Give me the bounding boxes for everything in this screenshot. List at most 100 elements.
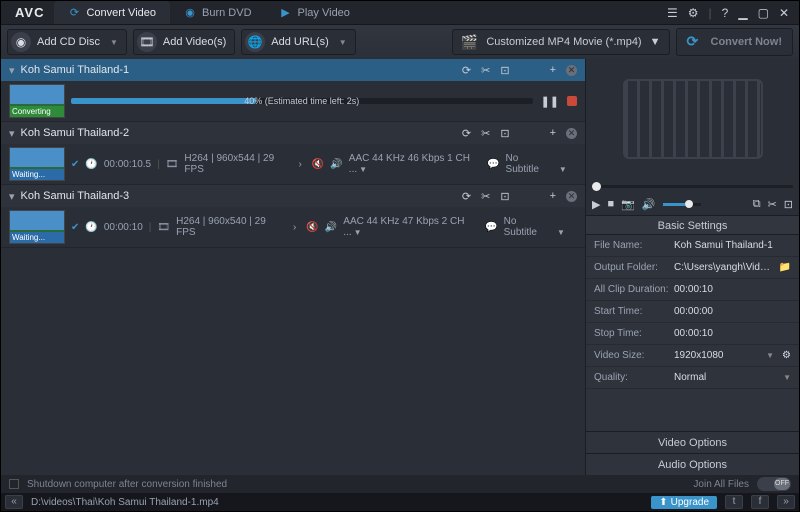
subtitle-select[interactable]: No Subtitle▼ — [504, 216, 577, 238]
gear-icon[interactable]: ⚙ — [688, 6, 699, 20]
stop-icon[interactable] — [567, 96, 577, 106]
chevron-down-icon: ▼ — [339, 38, 347, 47]
speaker-icon[interactable]: 🔊 — [330, 159, 342, 170]
volume-slider[interactable] — [663, 203, 701, 206]
file-path: D:\videos\Thai\Koh Samui Thailand-1.mp4 — [31, 497, 643, 508]
expand-icon[interactable]: › — [293, 222, 296, 233]
join-files-toggle[interactable]: OFF — [757, 477, 791, 491]
upgrade-button[interactable]: ⬆Upgrade — [651, 496, 717, 509]
tab-convert-video[interactable]: ⟳Convert Video — [54, 1, 170, 24]
setting-row: Video Size:1920x1080▼⚙ — [586, 345, 799, 367]
speaker-icon[interactable]: 🔊 — [325, 222, 337, 233]
cut-icon[interactable]: ✂ — [481, 127, 490, 140]
crop-icon[interactable]: ⊡ — [500, 190, 509, 203]
collapse-icon[interactable]: ▾ — [9, 190, 15, 203]
setting-label: All Clip Duration: — [594, 284, 674, 295]
setting-value[interactable]: Normal▼ — [674, 372, 791, 383]
audio-options-button[interactable]: Audio Options — [586, 453, 799, 475]
pause-icon[interactable]: ❚❚ — [541, 95, 559, 108]
add-cd-button[interactable]: ◉ Add CD Disc ▼ — [7, 29, 127, 55]
footer-options: Shutdown computer after conversion finis… — [1, 475, 799, 493]
video-options-button[interactable]: Video Options — [586, 431, 799, 453]
tab-burn-dvd[interactable]: ◉Burn DVD — [170, 1, 266, 24]
refresh-icon[interactable]: ⟳ — [462, 64, 471, 77]
up-arrow-icon: ⬆ — [659, 497, 667, 508]
facebook-icon[interactable]: f — [751, 495, 769, 509]
expand-icon[interactable]: › — [299, 159, 302, 170]
film-icon: 🎞 — [166, 159, 179, 170]
codec-info: H264 | 960x540 | 29 FPS — [176, 216, 283, 238]
add-icon[interactable]: + — [550, 190, 556, 202]
maximize-icon[interactable]: ▢ — [758, 6, 769, 20]
audio-select[interactable]: AAC 44 KHz 47 Kbps 2 CH ...▼ — [343, 216, 479, 238]
cut-icon[interactable]: ✂ — [481, 64, 490, 77]
file-item-header[interactable]: ▾Koh Samui Thailand-2⟳✂⊡+✕ — [1, 122, 585, 144]
collapse-icon[interactable]: ▾ — [9, 64, 15, 77]
folder-icon[interactable]: 📁 — [779, 262, 791, 273]
setting-label: Video Size: — [594, 350, 674, 361]
add-icon[interactable]: + — [550, 127, 556, 139]
tab-icon: ◉ — [184, 7, 196, 19]
mute-icon[interactable]: 🔇 — [312, 159, 324, 170]
remove-icon[interactable]: ✕ — [566, 65, 577, 76]
window-controls: ☰ ⚙ | ? ▁ ▢ ✕ — [667, 6, 795, 20]
settings-fields: File Name:Koh Samui Thailand-1Output Fol… — [586, 235, 799, 431]
crop-icon[interactable]: ⊡ — [784, 198, 793, 211]
tab-play-video[interactable]: ▶Play Video — [266, 1, 364, 24]
seek-knob[interactable] — [592, 182, 601, 191]
collapse-icon[interactable]: ▾ — [9, 127, 15, 140]
right-panel: ▶ ■ 📷 🔊 ⧉ ✂ ⊡ Basic Settings File Name:K… — [585, 59, 799, 475]
refresh-icon[interactable]: ⟳ — [462, 127, 471, 140]
globe-icon: 🌐 — [245, 32, 265, 52]
thumbnail[interactable]: Converting — [9, 84, 65, 118]
thumbnail[interactable]: Waiting... — [9, 210, 65, 244]
duration: 00:00:10.5 — [104, 159, 151, 170]
add-videos-button[interactable]: 🎞 Add Video(s) — [133, 29, 235, 55]
stop-icon[interactable]: ■ — [607, 198, 614, 210]
basic-settings-heading: Basic Settings — [586, 215, 799, 235]
chevron-down-icon: ▼ — [650, 36, 661, 48]
menu-icon[interactable]: ☰ — [667, 6, 678, 20]
thumbnail[interactable]: Waiting... — [9, 147, 65, 181]
subtitle-icon: 💬 — [487, 159, 499, 170]
mute-icon[interactable]: 🔇 — [306, 222, 318, 233]
refresh-icon[interactable]: ⟳ — [462, 190, 471, 203]
convert-now-button[interactable]: ⟳ Convert Now! — [676, 28, 794, 56]
audio-select[interactable]: AAC 44 KHz 46 Kbps 1 CH ...▼ — [349, 153, 481, 175]
close-icon[interactable]: ✕ — [779, 6, 789, 20]
add-icon[interactable]: + — [550, 64, 556, 76]
prev-button[interactable]: « — [5, 495, 23, 509]
subtitle-select[interactable]: No Subtitle▼ — [506, 153, 577, 175]
remove-icon[interactable]: ✕ — [566, 128, 577, 139]
file-item-header[interactable]: ▾Koh Samui Thailand-1⟳✂⊡+✕ — [1, 59, 585, 81]
minimize-icon[interactable]: ▁ — [738, 6, 747, 20]
twitter-icon[interactable]: t — [725, 495, 743, 509]
shutdown-checkbox[interactable] — [9, 479, 19, 489]
join-files-label: Join All Files — [693, 479, 749, 490]
link-icon[interactable]: ⧉ — [753, 198, 761, 211]
file-item-header[interactable]: ▾Koh Samui Thailand-3⟳✂⊡+✕ — [1, 185, 585, 207]
file-item-body: Converting40% (Estimated time left: 2s)❚… — [1, 81, 585, 121]
chevron-down-icon[interactable]: ▼ — [783, 373, 791, 382]
output-profile-select[interactable]: 🎬 Customized MP4 Movie (*.mp4) ▼ — [452, 29, 670, 55]
play-icon[interactable]: ▶ — [592, 198, 600, 211]
titlebar: AVC ⟳Convert Video◉Burn DVD▶Play Video ☰… — [1, 1, 799, 25]
setting-value[interactable]: C:\Users\yangh\Videos...📁 — [674, 262, 791, 273]
add-urls-label: Add URL(s) — [271, 36, 328, 48]
file-meta: ✔🕐00:00:10.5|🎞H264 | 960x544 | 29 FPS›🔇🔊… — [71, 153, 577, 175]
add-urls-button[interactable]: 🌐 Add URL(s) ▼ — [241, 29, 355, 55]
remove-icon[interactable]: ✕ — [566, 191, 577, 202]
help-icon[interactable]: ? — [722, 6, 729, 20]
crop-icon[interactable]: ⊡ — [500, 64, 509, 77]
volume-icon[interactable]: 🔊 — [642, 198, 656, 211]
seek-bar[interactable] — [586, 179, 799, 193]
setting-value[interactable]: 1920x1080▼⚙ — [674, 350, 791, 361]
snapshot-icon[interactable]: 📷 — [621, 198, 635, 211]
crop-icon[interactable]: ⊡ — [500, 127, 509, 140]
gear-icon[interactable]: ⚙ — [782, 350, 791, 361]
cut-icon[interactable]: ✂ — [768, 198, 777, 211]
status-badge: Waiting... — [10, 232, 64, 243]
cut-icon[interactable]: ✂ — [481, 190, 490, 203]
next-button[interactable]: » — [777, 495, 795, 509]
chevron-down-icon[interactable]: ▼ — [766, 351, 774, 360]
